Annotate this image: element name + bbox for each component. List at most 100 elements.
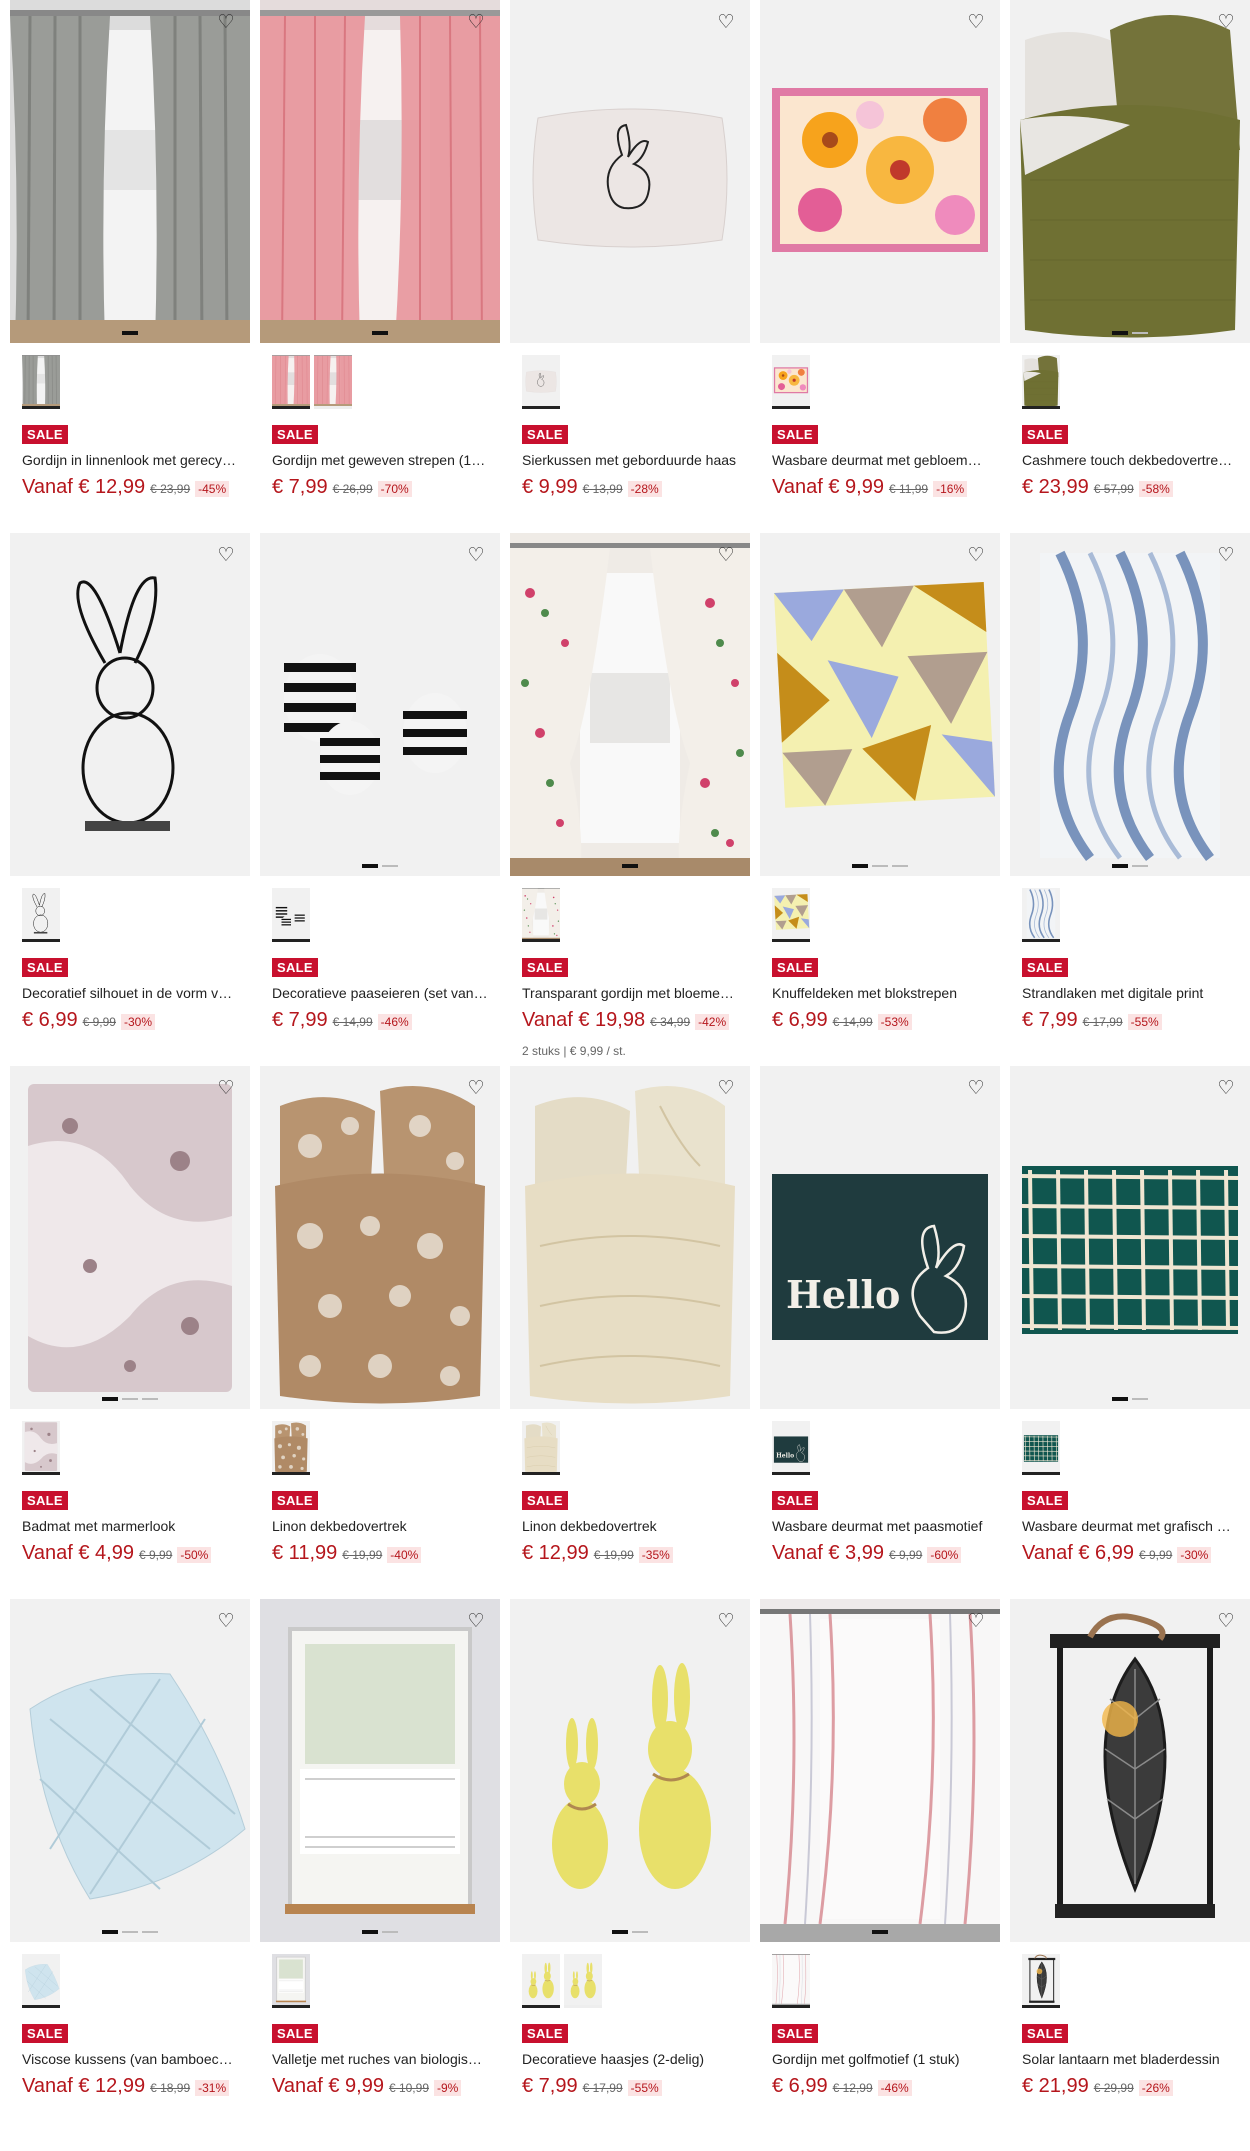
product-name[interactable]: Valletje met ruches van biologisch katoe… [272,2051,488,2067]
carousel-dot[interactable] [122,1398,138,1400]
product-card[interactable]: ♡ SALE Wasbare deurmat met grafisch design… [1010,1066,1250,1599]
product-image[interactable]: ♡ [760,0,1000,343]
product-image[interactable]: ♡ [1010,1066,1250,1409]
product-card[interactable]: ♡ SALE Transparant gordijn met bloemenpri… [510,533,750,1066]
carousel-dot[interactable] [1112,864,1128,868]
product-image[interactable]: ♡ [1010,533,1250,876]
carousel-dot[interactable] [102,1397,118,1401]
product-name[interactable]: Decoratieve paaseieren (set van 3) [272,985,488,1001]
product-card[interactable]: Hello ♡ Hello SALE Wasbare deurmat met pa… [760,1066,1000,1599]
carousel-dot[interactable] [612,1930,628,1934]
product-image[interactable]: ♡ [260,1599,500,1942]
carousel-dot[interactable] [1132,332,1148,334]
product-card[interactable]: ♡ SALE Badmat met marmerlook Vanaf € 4,99 €… [10,1066,250,1599]
color-variant-thumbnail[interactable] [772,353,810,409]
carousel-dot[interactable] [872,865,888,867]
heart-outline-icon[interactable]: ♡ [466,12,486,32]
heart-outline-icon[interactable]: ♡ [966,1611,986,1631]
color-variant-thumbnail[interactable] [22,353,60,409]
product-image[interactable]: ♡ [260,533,500,876]
carousel-dot[interactable] [1112,331,1128,335]
product-image[interactable]: ♡ [510,0,750,343]
product-card[interactable]: ♡ SALE Gordijn met geweven strepen (1 stu… [260,0,500,533]
product-card[interactable]: ♡ SALE Knuffeldeken met blokstrepen € 6,99… [760,533,1000,1066]
product-name[interactable]: Gordijn met golfmotief (1 stuk) [772,2051,988,2067]
product-card[interactable]: ♡ SALE Linon dekbedovertrek € 11,99 € 19,99… [260,1066,500,1599]
heart-outline-icon[interactable]: ♡ [966,12,986,32]
product-image[interactable]: ♡ [10,1066,250,1409]
color-variant-thumbnail[interactable] [272,1419,310,1475]
heart-outline-icon[interactable]: ♡ [1216,1078,1236,1098]
heart-outline-icon[interactable]: ♡ [466,1078,486,1098]
product-name[interactable]: Viscose kussens (van bamboecellulose) [22,2051,238,2067]
product-name[interactable]: Wasbare deurmat met gebloemde print [772,452,988,468]
carousel-dot[interactable] [892,865,908,867]
heart-outline-icon[interactable]: ♡ [716,1078,736,1098]
color-variant-thumbnail[interactable] [272,353,310,409]
carousel-dot[interactable] [1132,865,1148,867]
carousel-dot[interactable] [622,864,638,868]
product-image[interactable]: ♡ [260,1066,500,1409]
product-name[interactable]: Strandlaken met digitale print [1022,985,1238,1001]
product-card[interactable]: ♡ SALE Solar lantaarn met bladerdessin € 2… [1010,1599,1250,2132]
heart-outline-icon[interactable]: ♡ [716,12,736,32]
carousel-dot[interactable] [362,1930,378,1934]
product-name[interactable]: Solar lantaarn met bladerdessin [1022,2051,1238,2067]
product-card[interactable]: ♡ SALE Decoratieve haasjes (2-delig) € 7,9… [510,1599,750,2132]
product-name[interactable]: Knuffeldeken met blokstrepen [772,985,988,1001]
color-variant-thumbnail[interactable] [1022,1952,1060,2008]
product-image[interactable]: ♡ [1010,0,1250,343]
product-image[interactable]: ♡ [1010,1599,1250,1942]
product-image[interactable]: ♡ [510,1066,750,1409]
product-image[interactable]: ♡ [760,533,1000,876]
carousel-dot[interactable] [142,1931,158,1933]
product-image[interactable]: ♡ [260,0,500,343]
color-variant-thumbnail[interactable] [1022,353,1060,409]
color-variant-thumbnail[interactable]: Hello [772,1419,810,1475]
heart-outline-icon[interactable]: ♡ [966,545,986,565]
carousel-dot[interactable] [102,1930,118,1934]
product-name[interactable]: Gordijn met geweven strepen (1 stuk) [272,452,488,468]
color-variant-thumbnail[interactable] [564,1952,602,2008]
heart-outline-icon[interactable]: ♡ [716,1611,736,1631]
color-variant-thumbnail[interactable] [22,886,60,942]
heart-outline-icon[interactable]: ♡ [216,1611,236,1631]
heart-outline-icon[interactable]: ♡ [216,1078,236,1098]
product-card[interactable]: ♡ SALE Linon dekbedovertrek € 12,99 € 19,99… [510,1066,750,1599]
heart-outline-icon[interactable]: ♡ [1216,1611,1236,1631]
carousel-dot[interactable] [632,1931,648,1933]
heart-outline-icon[interactable]: ♡ [716,545,736,565]
heart-outline-icon[interactable]: ♡ [966,1078,986,1098]
product-image[interactable]: ♡ [760,1599,1000,1942]
color-variant-thumbnail[interactable] [522,353,560,409]
product-name[interactable]: Wasbare deurmat met grafisch design [1022,1518,1238,1534]
product-image[interactable]: ♡ [510,533,750,876]
product-card[interactable]: ♡ SALE Valletje met ruches van biologisch… [260,1599,500,2132]
product-name[interactable]: Decoratief silhouet in de vorm van een h… [22,985,238,1001]
product-image[interactable]: ♡ [10,0,250,343]
product-name[interactable]: Gordijn in linnenlook met gerecycled pol… [22,452,238,468]
product-image[interactable]: ♡ [510,1599,750,1942]
product-card[interactable]: ♡ SALE Gordijn met golfmotief (1 stuk) € 6… [760,1599,1000,2132]
color-variant-thumbnail[interactable] [522,1952,560,2008]
color-variant-thumbnail[interactable] [1022,886,1060,942]
carousel-dot[interactable] [372,331,388,335]
product-card[interactable]: ♡ SALE Gordijn in linnenlook met gerecycl… [10,0,250,533]
color-variant-thumbnail[interactable] [272,886,310,942]
product-name[interactable]: Transparant gordijn met bloemenprint (2-… [522,985,738,1001]
product-image[interactable]: Hello ♡ [760,1066,1000,1409]
color-variant-thumbnail[interactable] [772,886,810,942]
carousel-dot[interactable] [382,865,398,867]
color-variant-thumbnail[interactable] [1022,1419,1060,1475]
product-name[interactable]: Linon dekbedovertrek [522,1518,738,1534]
carousel-dot[interactable] [872,1930,888,1934]
carousel-dot[interactable] [1112,1397,1128,1401]
carousel-dot[interactable] [122,331,138,335]
carousel-dot[interactable] [1132,1398,1148,1400]
heart-outline-icon[interactable]: ♡ [216,12,236,32]
color-variant-thumbnail[interactable] [314,353,352,409]
carousel-dot[interactable] [122,1931,138,1933]
product-card[interactable]: ♡ SALE Decoratieve paaseieren (set van 3)… [260,533,500,1066]
product-name[interactable]: Cashmere touch dekbedovertrek met reliëf [1022,452,1238,468]
heart-outline-icon[interactable]: ♡ [216,545,236,565]
